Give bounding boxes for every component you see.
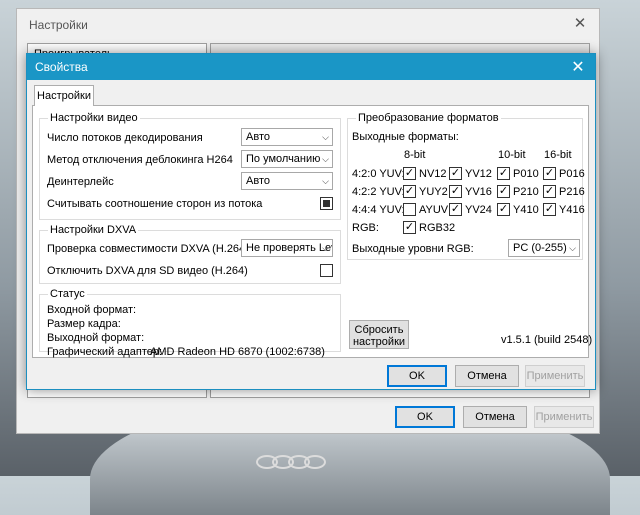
p010-checkbox[interactable]: ✓: [497, 167, 510, 180]
decode-streams-value: Авто: [246, 131, 270, 143]
dxva-group-title: Настройки DXVA: [48, 224, 139, 236]
outer-ok-button[interactable]: OK: [395, 406, 455, 428]
chevron-down-icon: ⌵: [322, 132, 329, 142]
outer-cancel-button[interactable]: Отмена: [463, 406, 527, 428]
format-conversion-group: Преобразование форматов Выходные форматы…: [347, 112, 585, 260]
decode-streams-label: Число потоков декодирования: [47, 132, 203, 144]
yuv420-label: 4:2:0 YUV:: [352, 168, 405, 180]
y416-checkbox[interactable]: ✓: [543, 203, 556, 216]
aspect-label: Считывать соотношение сторон из потока: [47, 198, 263, 210]
y410-label: Y410: [513, 204, 539, 216]
decode-streams-select[interactable]: Авто ⌵: [241, 128, 333, 146]
reset-settings-button[interactable]: Сбросить настройки: [349, 320, 409, 349]
outer-apply-button[interactable]: Применить: [534, 406, 594, 428]
status-group: Статус Входной формат: Размер кадра: Вых…: [39, 288, 341, 358]
p210-checkbox[interactable]: ✓: [497, 185, 510, 198]
deblock-value: По умолчанию: [246, 153, 321, 165]
yv16-checkbox[interactable]: ✓: [449, 185, 462, 198]
col-10bit-label: 10-bit: [498, 149, 526, 161]
col-16bit-label: 16-bit: [544, 149, 572, 161]
y416-label: Y416: [559, 204, 585, 216]
chevron-down-icon: ⌵: [322, 154, 329, 164]
p210-label: P210: [513, 186, 539, 198]
yv16-label: YV16: [465, 186, 492, 198]
rgb-levels-value: PC (0-255): [513, 242, 567, 254]
chevron-down-icon: ⌵: [322, 176, 329, 186]
format-group-title: Преобразование форматов: [356, 112, 501, 124]
yuv444-label: 4:4:4 YUV:: [352, 204, 405, 216]
outer-close-icon[interactable]: ✕: [571, 14, 589, 32]
deinterlace-value: Авто: [246, 175, 270, 187]
yuy2-checkbox[interactable]: ✓: [403, 185, 416, 198]
rgb-levels-select[interactable]: PC (0-255) ⌵: [508, 239, 580, 257]
dialog-titlebar: Свойства ✕: [27, 54, 595, 80]
adapter-label: Графический адаптер:: [47, 346, 163, 358]
rgb32-checkbox[interactable]: ✓: [403, 221, 416, 234]
p010-label: P010: [513, 168, 539, 180]
ayuv-label: AYUV: [419, 204, 449, 216]
dxva-disable-sd-checkbox[interactable]: [320, 264, 333, 277]
yuv422-label: 4:2:2 YUV:: [352, 186, 405, 198]
dxva-settings-group: Настройки DXVA Проверка совместимости DX…: [39, 224, 341, 284]
properties-dialog: Свойства ✕ Настройки Настройки видео Чис…: [26, 53, 596, 390]
yv12-checkbox[interactable]: ✓: [449, 167, 462, 180]
dxva-compat-label: Проверка совместимости DXVA (H.264): [47, 243, 249, 255]
output-format-label: Выходной формат:: [47, 332, 145, 344]
dialog-apply-button[interactable]: Применить: [525, 365, 585, 387]
deinterlace-label: Деинтерлейс: [47, 176, 114, 188]
deinterlace-select[interactable]: Авто ⌵: [241, 172, 333, 190]
frame-size-label: Размер кадра:: [47, 318, 121, 330]
dialog-title: Свойства: [35, 60, 88, 74]
yv24-label: YV24: [465, 204, 492, 216]
video-group-title: Настройки видео: [48, 112, 140, 124]
y410-checkbox[interactable]: ✓: [497, 203, 510, 216]
input-format-label: Входной формат:: [47, 304, 137, 316]
deblock-select[interactable]: По умолчанию ⌵: [241, 150, 333, 168]
reset-label-line2: настройки: [352, 335, 406, 348]
rgb32-label: RGB32: [419, 222, 456, 234]
adapter-value: AMD Radeon HD 6870 (1002:6738): [150, 346, 325, 358]
p216-label: P216: [559, 186, 585, 198]
dialog-close-icon[interactable]: ✕: [569, 57, 587, 77]
car-logo-rings: [256, 455, 326, 469]
video-settings-group: Настройки видео Число потоков декодирова…: [39, 112, 341, 220]
rgb-label: RGB:: [352, 222, 379, 234]
chevron-down-icon: ⌵: [322, 243, 329, 253]
col-8bit-label: 8-bit: [404, 149, 426, 161]
version-label: v1.5.1 (build 2548): [501, 334, 593, 346]
deblock-label: Метод отключения деблокинга H264: [47, 154, 233, 166]
rgb-levels-label: Выходные уровни RGB:: [352, 243, 474, 255]
status-group-title: Статус: [48, 288, 87, 300]
chevron-down-icon: ⌵: [569, 243, 576, 253]
aspect-checkbox[interactable]: [320, 197, 333, 210]
nv12-checkbox[interactable]: ✓: [403, 167, 416, 180]
p016-checkbox[interactable]: ✓: [543, 167, 556, 180]
dxva-disable-sd-label: Отключить DXVA для SD видео (H.264): [47, 265, 248, 277]
p216-checkbox[interactable]: ✓: [543, 185, 556, 198]
yuy2-label: YUY2: [419, 186, 448, 198]
dxva-compat-select[interactable]: Не проверять Lev ⌵: [241, 239, 333, 257]
settings-tab-panel: Настройки видео Число потоков декодирова…: [32, 105, 593, 358]
nv12-label: NV12: [419, 168, 447, 180]
ayuv-checkbox[interactable]: [403, 203, 416, 216]
dialog-ok-button[interactable]: OK: [387, 365, 447, 387]
outer-window-title: Настройки: [29, 18, 88, 32]
reset-label-line1: Сбросить: [354, 323, 404, 336]
dialog-cancel-button[interactable]: Отмена: [455, 365, 519, 387]
p016-label: P016: [559, 168, 585, 180]
output-formats-label: Выходные форматы:: [352, 131, 459, 143]
yv24-checkbox[interactable]: ✓: [449, 203, 462, 216]
tab-settings[interactable]: Настройки: [34, 85, 94, 106]
dxva-compat-value: Не проверять Lev: [246, 242, 333, 254]
yv12-label: YV12: [465, 168, 492, 180]
